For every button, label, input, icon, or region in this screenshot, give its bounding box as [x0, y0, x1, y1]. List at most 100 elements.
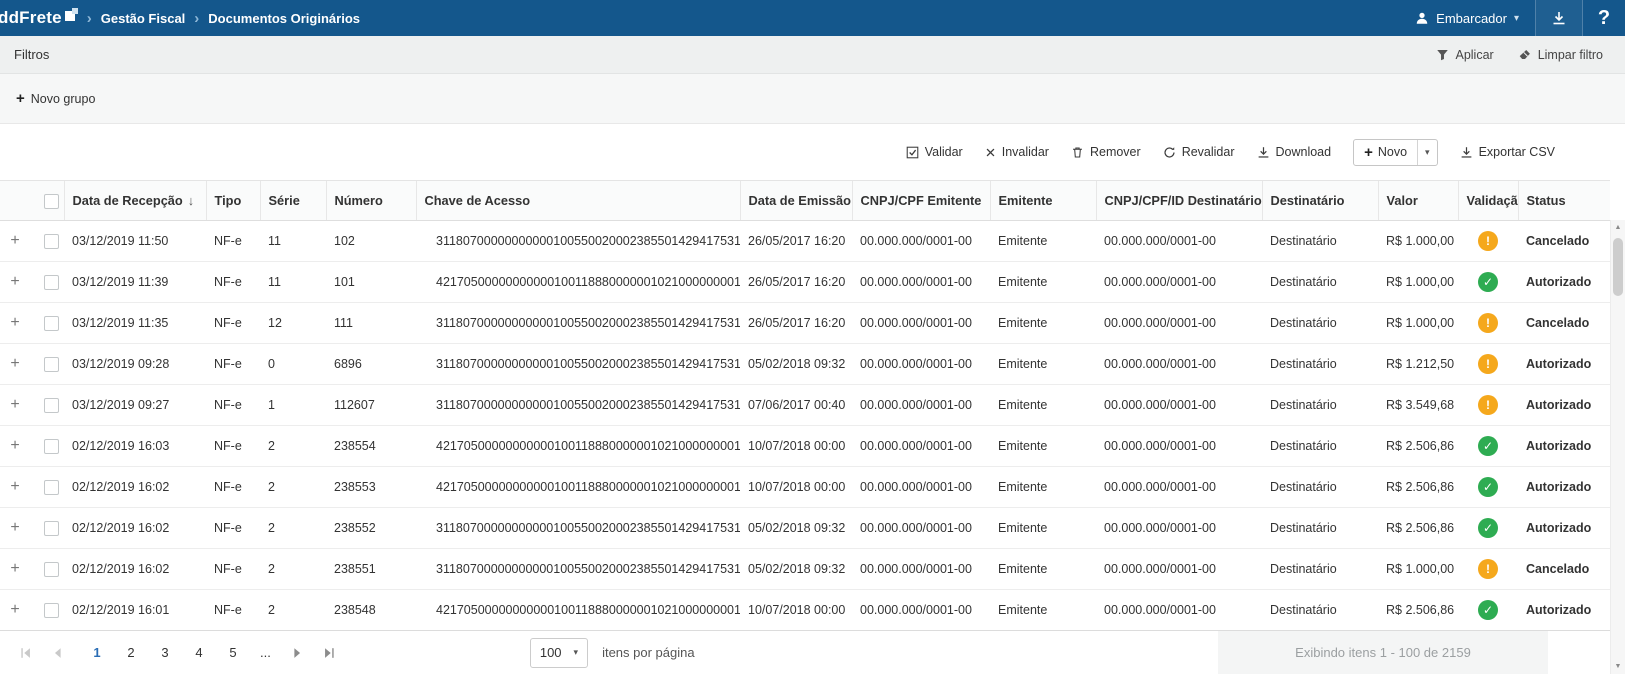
breadcrumb-documentos-originarios[interactable]: Documentos Originários [208, 11, 360, 26]
filter-icon [1436, 48, 1449, 61]
cell-destinatario: Destinatário [1262, 221, 1378, 262]
header-emitente[interactable]: Emitente [990, 181, 1096, 221]
row-checkbox[interactable] [44, 398, 59, 413]
help-button[interactable]: ? [1583, 0, 1625, 36]
clear-filter-button[interactable]: Limpar filtro [1518, 48, 1603, 62]
cell-serie: 2 [260, 426, 326, 467]
cell-destinatario: Destinatário [1262, 385, 1378, 426]
expand-row-button[interactable]: + [8, 232, 22, 250]
cell-cnpj-emitente: 00.000.000/0001-00 [852, 590, 990, 631]
row-checkbox[interactable] [44, 439, 59, 454]
row-checkbox[interactable] [44, 521, 59, 536]
new-group-button[interactable]: + Novo grupo [16, 91, 95, 106]
invalidate-button[interactable]: Invalidar [985, 145, 1049, 159]
new-dropdown-button[interactable]: ▾ [1417, 140, 1437, 165]
row-checkbox[interactable] [44, 275, 59, 290]
cell-cnpj-destinatario: 00.000.000/0001-00 [1096, 344, 1262, 385]
row-checkbox[interactable] [44, 316, 59, 331]
cell-status: Cancelado [1518, 303, 1610, 344]
select-all-checkbox[interactable] [44, 194, 59, 209]
header-tipo[interactable]: Tipo [206, 181, 260, 221]
revalidate-button[interactable]: Revalidar [1163, 145, 1235, 159]
expand-row-button[interactable]: + [8, 355, 22, 373]
header-data-emissao[interactable]: Data de Emissão [740, 181, 852, 221]
download-rows-button[interactable]: Download [1257, 145, 1332, 159]
chevron-down-icon: ▾ [1514, 13, 1519, 24]
expand-row-button[interactable]: + [8, 478, 22, 496]
cell-cnpj-destinatario: 00.000.000/0001-00 [1096, 426, 1262, 467]
row-checkbox[interactable] [44, 357, 59, 372]
breadcrumb-separator-icon: › [194, 10, 199, 27]
cell-data-emissao: 26/05/2017 16:20 [740, 303, 852, 344]
header-chave-acesso[interactable]: Chave de Acesso [416, 181, 740, 221]
row-checkbox[interactable] [44, 603, 59, 618]
apply-filter-button[interactable]: Aplicar [1436, 48, 1493, 62]
cell-expand: + [0, 549, 36, 590]
table-row: +03/12/2019 09:27NF-e1112607311807000000… [0, 385, 1610, 426]
header-data-recepcao[interactable]: Data de Recepção↓ [64, 181, 206, 221]
pager-page-1[interactable]: 1 [84, 640, 110, 666]
table-row: +03/12/2019 11:50NF-e1110231180700000000… [0, 221, 1610, 262]
user-menu-button[interactable]: Embarcador ▾ [1399, 0, 1535, 36]
documents-table: Data de Recepção↓ Tipo Série Número Chav… [0, 180, 1610, 631]
download-button[interactable] [1536, 0, 1582, 36]
scroll-down-icon[interactable]: ▼ [1611, 663, 1625, 670]
cell-numero: 238553 [326, 467, 416, 508]
breadcrumb-separator-icon: › [87, 10, 92, 27]
row-checkbox[interactable] [44, 562, 59, 577]
top-bar: ddFrete › Gestão Fiscal › Documentos Ori… [0, 0, 1625, 36]
header-destinatario[interactable]: Destinatário [1262, 181, 1378, 221]
breadcrumb-gestao-fiscal[interactable]: Gestão Fiscal [101, 11, 186, 26]
cell-data-recepcao: 03/12/2019 11:35 [64, 303, 206, 344]
download-rows-label: Download [1276, 145, 1332, 159]
pager-page-4[interactable]: 4 [186, 640, 212, 666]
pager-page-2[interactable]: 2 [118, 640, 144, 666]
cell-numero: 111 [326, 303, 416, 344]
scrollbar-thumb[interactable] [1613, 238, 1623, 296]
pager-page-3[interactable]: 3 [152, 640, 178, 666]
scroll-up-icon[interactable]: ▲ [1611, 224, 1625, 231]
remove-button[interactable]: Remover [1071, 145, 1141, 159]
header-validacao[interactable]: Validação [1458, 181, 1518, 221]
header-serie[interactable]: Série [260, 181, 326, 221]
table-row: +02/12/2019 16:02NF-e2238553421705000000… [0, 467, 1610, 508]
header-cnpj-destinatario[interactable]: CNPJ/CPF/ID Destinatário [1096, 181, 1262, 221]
header-numero[interactable]: Número [326, 181, 416, 221]
cell-checkbox [36, 344, 64, 385]
pager-page-5[interactable]: 5 [220, 640, 246, 666]
row-checkbox[interactable] [44, 234, 59, 249]
vertical-scrollbar[interactable]: ▲ ▼ [1610, 220, 1625, 674]
pager-prev-button[interactable] [45, 640, 71, 666]
row-checkbox[interactable] [44, 480, 59, 495]
apply-filter-label: Aplicar [1455, 48, 1493, 62]
cell-expand: + [0, 508, 36, 549]
expand-row-button[interactable]: + [8, 396, 22, 414]
cell-cnpj-emitente: 00.000.000/0001-00 [852, 426, 990, 467]
pager-first-button[interactable] [13, 640, 39, 666]
expand-row-button[interactable]: + [8, 273, 22, 291]
pager-last-button[interactable] [316, 640, 342, 666]
validation-warning-icon: ! [1478, 231, 1498, 251]
pager-ellipsis[interactable]: ... [260, 645, 271, 660]
cell-cnpj-emitente: 00.000.000/0001-00 [852, 508, 990, 549]
expand-row-button[interactable]: + [8, 519, 22, 537]
header-cnpj-emitente[interactable]: CNPJ/CPF Emitente [852, 181, 990, 221]
cell-cnpj-emitente: 00.000.000/0001-00 [852, 221, 990, 262]
header-valor[interactable]: Valor [1378, 181, 1458, 221]
validation-warning-icon: ! [1478, 354, 1498, 374]
header-status[interactable]: Status [1518, 181, 1610, 221]
page-size-dropdown[interactable]: 100 ▾ [530, 638, 588, 668]
pager-next-button[interactable] [284, 640, 310, 666]
validate-button[interactable]: Validar [906, 145, 963, 159]
new-button[interactable]: + Novo [1354, 140, 1417, 165]
export-csv-button[interactable]: Exportar CSV [1460, 145, 1555, 159]
cell-tipo: NF-e [206, 344, 260, 385]
validation-ok-icon: ✓ [1478, 518, 1498, 538]
expand-row-button[interactable]: + [8, 314, 22, 332]
expand-row-button[interactable]: + [8, 560, 22, 578]
expand-row-button[interactable]: + [8, 601, 22, 619]
expand-row-button[interactable]: + [8, 437, 22, 455]
cell-chave-acesso: 3118070000000000010055002000238550142941… [416, 385, 740, 426]
brand-logo[interactable]: ddFrete [0, 8, 78, 29]
pager: 12345 ... 100 ▾ itens por página Exibind… [0, 630, 1625, 674]
